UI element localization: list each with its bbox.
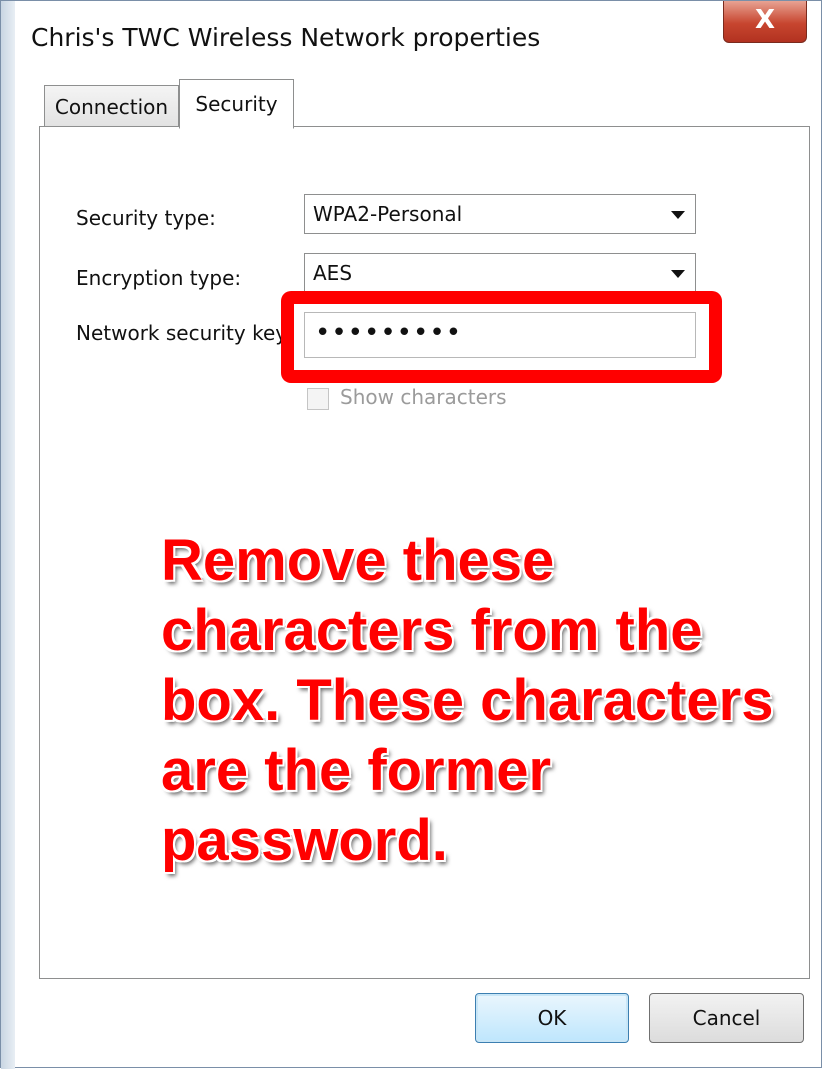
chevron-down-icon — [671, 270, 685, 278]
annotation-text: Remove these characters from the box. Th… — [161, 528, 774, 873]
cancel-button[interactable]: Cancel — [649, 993, 804, 1043]
security-type-select[interactable]: WPA2-Personal — [304, 194, 696, 234]
window-edge — [1, 1, 15, 1069]
close-icon: X — [754, 5, 776, 35]
title-bar: Chris's TWC Wireless Network properties … — [15, 1, 821, 81]
ok-button[interactable]: OK — [475, 993, 629, 1043]
show-characters-checkbox[interactable] — [307, 388, 329, 410]
annotation-highlight-box — [281, 291, 722, 383]
show-characters-label: Show characters — [340, 385, 507, 409]
encryption-type-label: Encryption type: — [76, 266, 242, 290]
close-button[interactable]: X — [723, 1, 807, 43]
properties-dialog: Chris's TWC Wireless Network properties … — [0, 0, 822, 1069]
network-security-key-label: Network security key — [76, 321, 288, 345]
tab-security[interactable]: Security — [179, 79, 294, 129]
window-title: Chris's TWC Wireless Network properties — [31, 23, 541, 52]
security-type-value: WPA2-Personal — [313, 202, 463, 226]
encryption-type-select[interactable]: AES — [304, 253, 696, 293]
encryption-type-value: AES — [313, 261, 353, 285]
tab-connection[interactable]: Connection — [44, 85, 179, 127]
chevron-down-icon — [671, 211, 685, 219]
security-type-label: Security type: — [76, 206, 216, 230]
